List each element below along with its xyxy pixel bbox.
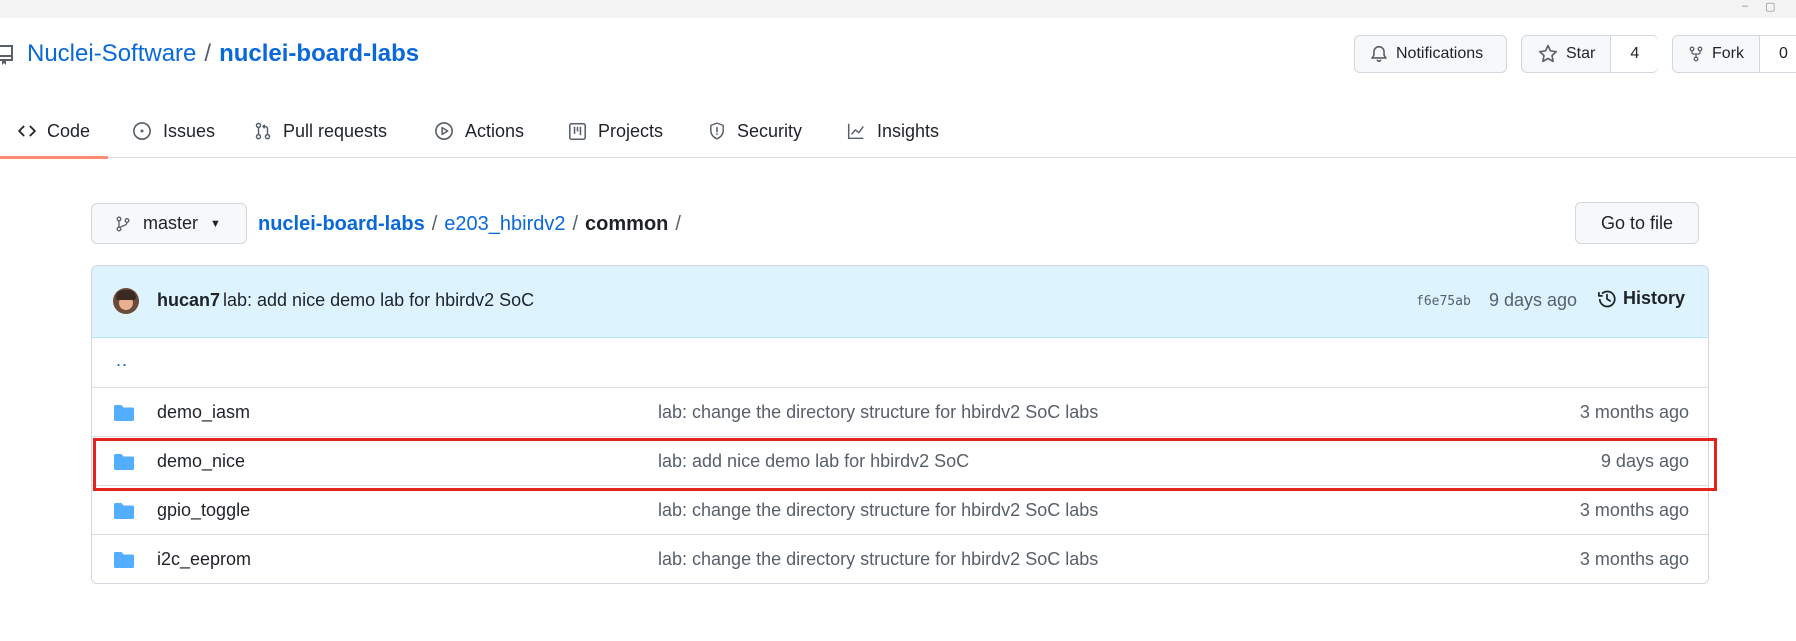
breadcrumb-dir-link[interactable]: e203_hbirdv2	[444, 213, 565, 236]
tab-issues[interactable]: Issues	[132, 104, 215, 158]
tab-pull-requests[interactable]: Pull requests	[254, 104, 387, 158]
history-label: History	[1623, 288, 1686, 308]
tab-projects[interactable]: Projects	[568, 104, 663, 158]
tab-actions[interactable]: Actions	[434, 104, 524, 158]
code-icon	[18, 125, 36, 137]
file-commit-message-link[interactable]: lab: change the directory structure for …	[658, 402, 1098, 423]
tab-label: Security	[737, 120, 803, 141]
tab-insights[interactable]: Insights	[846, 104, 939, 158]
star-button[interactable]: Star 4	[1521, 35, 1659, 73]
breadcrumb-separator: /	[431, 212, 438, 235]
repo-separator: /	[204, 40, 212, 67]
branch-select-button[interactable]: master ▼	[91, 203, 247, 244]
history-link[interactable]: History	[1597, 288, 1685, 309]
history-icon	[1598, 290, 1616, 307]
shield-icon	[710, 122, 724, 140]
breadcrumb-separator: /	[675, 212, 681, 235]
file-commit-time: 3 months ago	[1579, 402, 1689, 422]
file-commit-message-link[interactable]: lab: add nice demo lab for hbirdv2 SoC	[658, 451, 969, 472]
file-commit-time: 3 months ago	[1579, 500, 1689, 520]
commit-author-link[interactable]: hucan7	[157, 290, 220, 311]
breadcrumb: nuclei-board-labs / e203_hbirdv2 / commo…	[258, 210, 688, 238]
maximize-button[interactable]: ▢	[1765, 0, 1775, 13]
repo-nav-tabs: Code Issues Pull requests Actions Projec…	[0, 104, 1796, 159]
repo-owner-link[interactable]: Nuclei-Software	[27, 40, 196, 68]
minimize-button[interactable]: –	[1742, 0, 1748, 12]
repo-icon	[0, 45, 13, 65]
repo-title: Nuclei-Software / nuclei-board-labs	[0, 36, 419, 72]
tab-label: Projects	[598, 120, 664, 141]
file-commit-message-link[interactable]: lab: change the directory structure for …	[658, 549, 1098, 570]
latest-commit-bar: hucan7 lab: add nice demo lab for hbirdv…	[92, 266, 1708, 338]
chevron-down-icon: ▼	[210, 217, 221, 230]
branch-name: master	[143, 213, 199, 233]
folder-icon	[114, 552, 134, 568]
parent-directory-link[interactable]: ..	[116, 350, 128, 371]
folder-icon	[114, 503, 134, 519]
fork-count[interactable]: 0	[1759, 36, 1796, 72]
notifications-label: Notifications	[1396, 45, 1484, 62]
fork-label: Fork	[1712, 45, 1744, 62]
tab-label: Insights	[877, 120, 940, 141]
commit-message-link[interactable]: lab: add nice demo lab for hbirdv2 SoC	[223, 290, 534, 311]
branch-icon	[116, 216, 130, 231]
file-list: hucan7 lab: add nice demo lab for hbirdv…	[91, 265, 1709, 584]
tab-code[interactable]: Code	[0, 104, 109, 159]
parent-directory-row[interactable]: ..	[92, 338, 1708, 387]
table-icon	[569, 122, 586, 140]
notifications-button[interactable]: Notifications	[1354, 35, 1507, 73]
issue-icon	[133, 122, 151, 140]
table-row[interactable]: demo_iasm lab: change the directory stru…	[92, 387, 1708, 436]
pull-request-icon	[255, 122, 271, 140]
tab-label: Issues	[163, 120, 216, 141]
graph-icon	[847, 123, 864, 140]
bell-icon	[1370, 45, 1388, 63]
repo-name-link[interactable]: nuclei-board-labs	[219, 40, 419, 68]
fork-button[interactable]: Fork 0	[1672, 35, 1796, 73]
table-row[interactable]: demo_nice lab: add nice demo lab for hbi…	[92, 436, 1708, 485]
avatar[interactable]	[113, 288, 139, 314]
star-count[interactable]: 4	[1610, 36, 1659, 72]
folder-icon	[114, 405, 134, 421]
table-row[interactable]: i2c_eeprom lab: change the directory str…	[92, 534, 1708, 583]
file-name-link[interactable]: demo_nice	[157, 451, 245, 472]
star-icon	[1538, 44, 1558, 63]
file-name-link[interactable]: gpio_toggle	[157, 500, 250, 521]
file-commit-time: 3 months ago	[1579, 549, 1689, 569]
commit-sha-link[interactable]: f6e75ab	[1416, 294, 1471, 309]
breadcrumb-separator: /	[572, 212, 579, 235]
commit-time: 9 days ago	[1489, 290, 1578, 310]
go-to-file-button[interactable]: Go to file	[1575, 202, 1699, 244]
breadcrumb-repo-link[interactable]: nuclei-board-labs	[258, 213, 425, 236]
file-commit-time: 9 days ago	[1600, 451, 1689, 471]
fork-icon	[1689, 46, 1703, 62]
file-name-link[interactable]: i2c_eeprom	[157, 549, 251, 570]
folder-icon	[114, 454, 134, 470]
breadcrumb-current: common	[585, 212, 669, 235]
file-name-link[interactable]: demo_iasm	[157, 402, 250, 423]
file-commit-message-link[interactable]: lab: change the directory structure for …	[658, 500, 1098, 521]
table-row[interactable]: gpio_toggle lab: change the directory st…	[92, 485, 1708, 534]
tab-security[interactable]: Security	[708, 104, 802, 158]
tab-label: Pull requests	[283, 120, 388, 141]
star-label: Star	[1566, 45, 1596, 62]
play-icon	[435, 122, 453, 140]
window-titlebar: – ▢	[0, 0, 1796, 18]
tab-label: Code	[47, 120, 91, 141]
tab-label: Actions	[465, 120, 525, 141]
